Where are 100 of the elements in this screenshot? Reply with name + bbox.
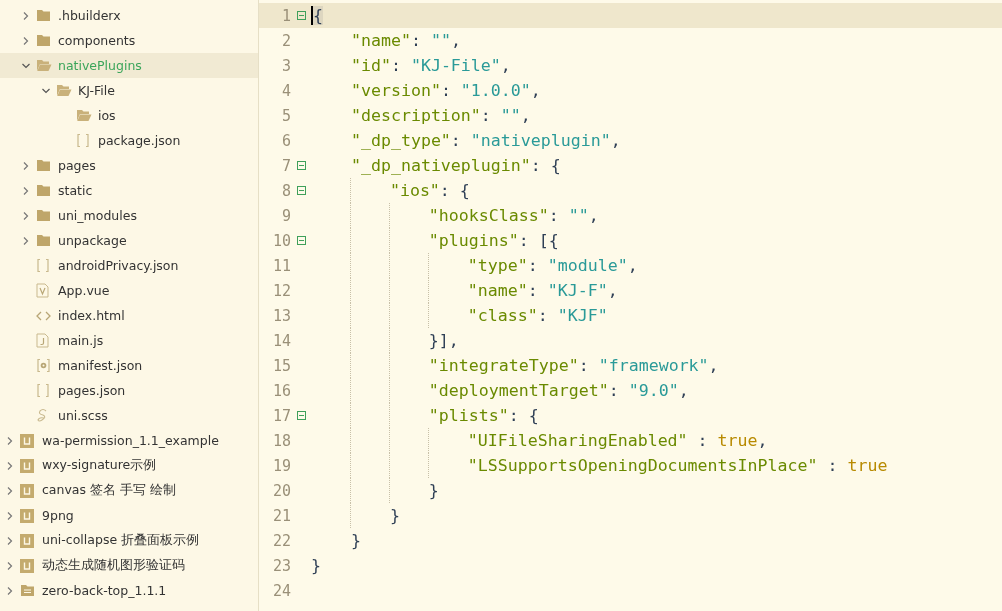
chevron-right-icon[interactable]	[21, 160, 31, 171]
line-number: 23	[271, 556, 291, 575]
tree-item[interactable]: manifest.json	[0, 353, 258, 378]
code-line: }	[389, 505, 400, 527]
open-folder-icon	[56, 84, 72, 97]
folder-icon	[36, 34, 51, 47]
line-number: 8	[280, 181, 291, 200]
tree-item[interactable]: static	[0, 178, 258, 203]
folder-icon	[36, 234, 51, 247]
line-number: 11	[271, 256, 291, 275]
tree-item[interactable]: components	[0, 28, 258, 53]
line-number: 14	[271, 331, 291, 350]
line-number: 1	[280, 6, 291, 25]
line-number: 19	[271, 456, 291, 475]
line-number: 17	[271, 406, 291, 425]
open-folder-icon	[36, 59, 52, 72]
line-number: 20	[271, 481, 291, 500]
project-icon	[20, 458, 34, 473]
line-number: 12	[271, 281, 291, 300]
tree-item[interactable]: 动态生成随机图形验证码	[0, 553, 258, 578]
code-line: "ios": {	[389, 180, 470, 202]
code-line: "LSSupportsOpeningDocumentsInPlace" : true	[467, 455, 888, 477]
tree-item[interactable]: unpackage	[0, 228, 258, 253]
tree-item[interactable]: ios	[0, 103, 258, 128]
line-number: 24	[271, 581, 291, 600]
line-number: 4	[280, 81, 291, 100]
tree-item[interactable]: uni_modules	[0, 203, 258, 228]
code-line: }	[350, 530, 361, 552]
tree-item[interactable]: wa-permission_1.1_example	[0, 428, 258, 453]
chevron-right-icon[interactable]	[5, 535, 15, 546]
code-line: "_dp_nativeplugin": {	[350, 155, 561, 177]
brackets-file-icon	[76, 133, 90, 148]
chevron-right-icon[interactable]	[5, 585, 15, 596]
chevron-right-icon[interactable]	[5, 510, 15, 521]
chevron-right-icon[interactable]	[21, 10, 31, 21]
v-file-icon	[36, 283, 49, 298]
chevron-right-icon[interactable]	[21, 235, 31, 246]
tree-item[interactable]: zero-back-top_1.1.1	[0, 578, 258, 603]
code-brackets-icon	[36, 310, 51, 321]
tree-item[interactable]: package.json	[0, 128, 258, 153]
line-number: 16	[271, 381, 291, 400]
chevron-right-icon[interactable]	[5, 560, 15, 571]
folder-document-icon	[20, 584, 35, 597]
line-number: 2	[280, 31, 291, 50]
tree-item[interactable]: 9png	[0, 503, 258, 528]
tree-item[interactable]: App.vue	[0, 278, 258, 303]
line-number: 13	[271, 306, 291, 325]
open-folder-icon	[76, 109, 92, 122]
line-number: 7	[280, 156, 291, 175]
line-number: 5	[280, 106, 291, 125]
code-line: }],	[428, 330, 459, 352]
fold-icon[interactable]	[296, 186, 306, 195]
chevron-right-icon[interactable]	[5, 485, 15, 496]
project-icon	[20, 433, 34, 448]
tree-item[interactable]: main.js	[0, 328, 258, 353]
line-number: 21	[271, 506, 291, 525]
tree-item[interactable]: wxy-signature示例	[0, 453, 258, 478]
code-line: "name": "KJ-F",	[467, 280, 618, 302]
code-line: "UIFileSharingEnabled" : true,	[467, 430, 768, 452]
line-number: 3	[280, 56, 291, 75]
tree-item[interactable]: .hbuilderx	[0, 3, 258, 28]
fold-icon[interactable]	[296, 11, 306, 20]
code-line: "id": "KJ-File",	[350, 55, 511, 77]
tree-item[interactable]: index.html	[0, 303, 258, 328]
brackets-file-icon	[36, 258, 50, 273]
chevron-right-icon[interactable]	[5, 435, 15, 446]
code-line: "description": "",	[350, 105, 531, 127]
code-line: }	[311, 555, 321, 577]
brackets-file-icon	[36, 383, 50, 398]
fold-icon[interactable]	[296, 411, 306, 420]
line-number: 22	[271, 531, 291, 550]
tree-item[interactable]: pages	[0, 153, 258, 178]
chevron-right-icon[interactable]	[21, 185, 31, 196]
line-number: 6	[280, 131, 291, 150]
project-icon	[20, 508, 34, 523]
line-number: 9	[280, 206, 291, 225]
line-number: 15	[271, 356, 291, 375]
tree-item[interactable]: androidPrivacy.json	[0, 253, 258, 278]
folder-icon	[36, 9, 51, 22]
code-line: "plists": {	[428, 405, 539, 427]
chevron-right-icon[interactable]	[5, 460, 15, 471]
fold-icon[interactable]	[296, 161, 306, 170]
line-number: 10	[271, 231, 291, 250]
tree-item[interactable]: pages.json	[0, 378, 258, 403]
fold-icon[interactable]	[296, 236, 306, 245]
folder-icon	[36, 184, 51, 197]
tree-item[interactable]: KJ-File	[0, 78, 258, 103]
code-line: "deploymentTarget": "9.0",	[428, 380, 689, 402]
chevron-right-icon[interactable]	[21, 210, 31, 221]
tree-item[interactable]: uni-collapse 折叠面板示例	[0, 528, 258, 553]
code-line: "type": "module",	[467, 255, 638, 277]
folder-icon	[36, 209, 51, 222]
tree-item[interactable]: uni.scss	[0, 403, 258, 428]
gear-file-icon	[36, 358, 51, 373]
code-line: "name": "",	[350, 30, 461, 52]
code-line: "_dp_type": "nativeplugin",	[350, 130, 621, 152]
tree-item[interactable]: canvas 签名 手写 绘制	[0, 478, 258, 503]
code-line: }	[428, 480, 439, 502]
chevron-right-icon[interactable]	[21, 35, 31, 46]
code-line: "integrateType": "framework",	[428, 355, 719, 377]
